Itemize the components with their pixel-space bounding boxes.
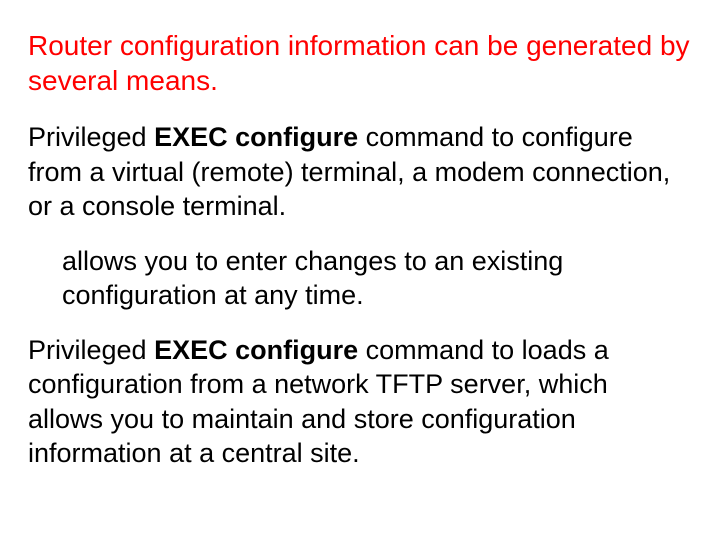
paragraph-2: allows you to enter changes to an existi… xyxy=(28,244,690,313)
slide: Router configuration information can be … xyxy=(0,0,720,540)
p3-bold: EXEC configure xyxy=(154,335,358,365)
p1-lead: Privileged xyxy=(28,122,154,152)
p1-bold: EXEC configure xyxy=(154,122,358,152)
paragraph-3: Privileged EXEC configure command to loa… xyxy=(28,333,690,471)
p3-lead: Privileged xyxy=(28,335,154,365)
slide-title: Router configuration information can be … xyxy=(28,28,690,98)
paragraph-1: Privileged EXEC configure command to con… xyxy=(28,120,690,224)
